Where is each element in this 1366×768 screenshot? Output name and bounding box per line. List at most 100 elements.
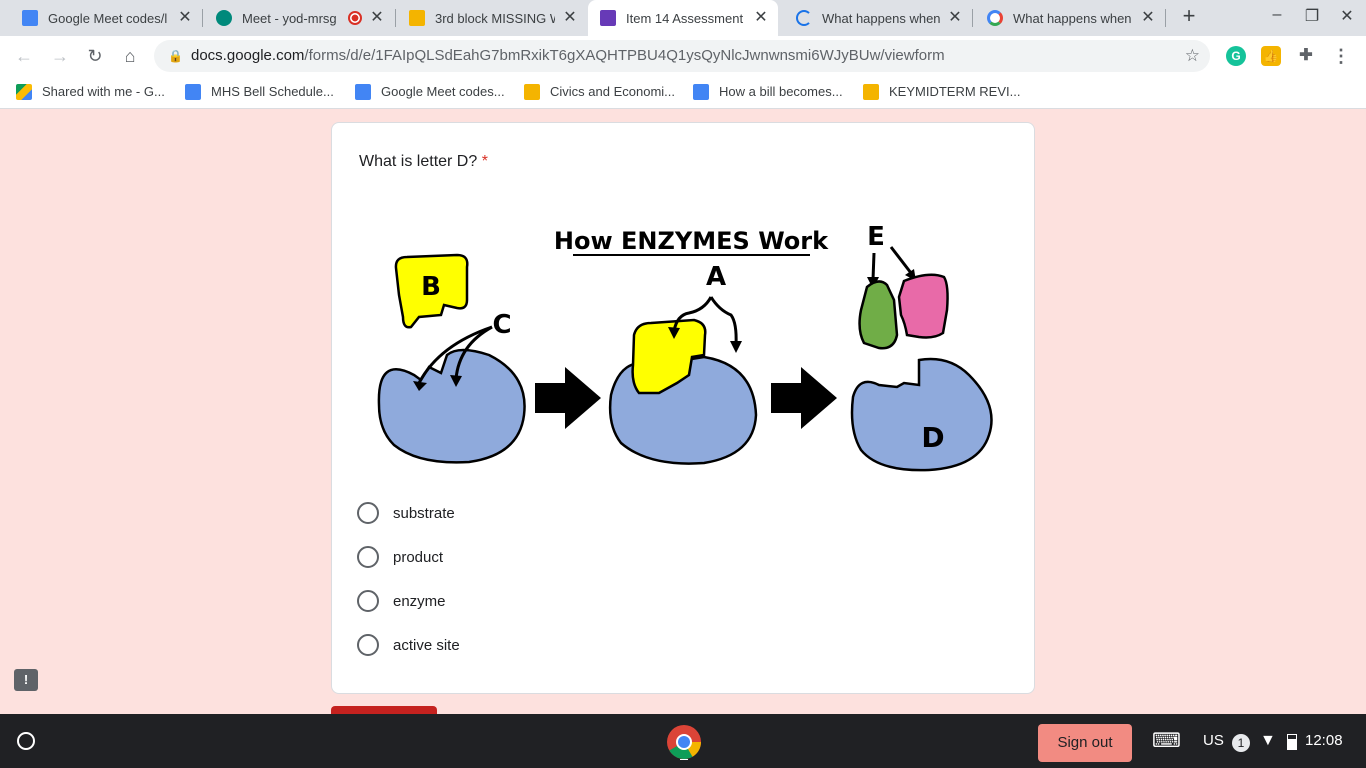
- thumbs-up-extension-icon[interactable]: 👍: [1261, 46, 1281, 66]
- battery-icon[interactable]: [1287, 734, 1297, 750]
- question-title: What is letter D? *: [359, 153, 488, 171]
- wifi-icon[interactable]: ▼: [1260, 732, 1276, 750]
- option-label: enzyme: [393, 592, 446, 610]
- label-d: D: [921, 421, 944, 454]
- close-tab-icon[interactable]: ✕: [176, 9, 194, 27]
- feedback-icon[interactable]: !: [14, 669, 38, 691]
- label-b: B: [421, 272, 441, 302]
- radio-button[interactable]: [357, 546, 379, 568]
- forward-icon[interactable]: →: [48, 44, 72, 68]
- tab-title: Meet - yod-mrsg: [242, 10, 336, 26]
- close-tab-icon[interactable]: ✕: [561, 9, 579, 27]
- forms-favicon-icon: [600, 10, 616, 26]
- notification-count-badge[interactable]: 1: [1232, 734, 1250, 752]
- chrome-icon[interactable]: [666, 724, 702, 760]
- close-tab-icon[interactable]: ✕: [946, 9, 964, 27]
- bookmark-label: KEYMIDTERM REVI...: [889, 84, 1021, 99]
- label-e: E: [867, 222, 885, 252]
- bookmark-label: Shared with me - G...: [42, 84, 165, 99]
- question-card: What is letter D? * How ENZYMES Work B C…: [331, 122, 1035, 694]
- option-label: active site: [393, 636, 460, 654]
- bookmark-meet-codes[interactable]: Google Meet codes...: [355, 83, 505, 101]
- home-icon[interactable]: ⌂: [118, 44, 142, 68]
- bookmarks-bar: Shared with me - G... MHS Bell Schedule.…: [0, 76, 1366, 109]
- option-active-site[interactable]: active site: [357, 633, 460, 657]
- address-bar[interactable]: 🔒 docs.google.com/forms/d/e/1FAIpQLSdEah…: [154, 40, 1210, 72]
- docs-icon: [693, 84, 709, 100]
- tab-title: Google Meet codes/l: [48, 10, 168, 26]
- label-c: C: [492, 310, 511, 340]
- option-enzyme[interactable]: enzyme: [357, 589, 446, 613]
- radio-button[interactable]: [357, 502, 379, 524]
- required-asterisk: *: [481, 153, 488, 170]
- bookmark-label: Civics and Economi...: [550, 84, 675, 99]
- back-icon[interactable]: ←: [12, 44, 36, 68]
- loading-spinner-icon: [796, 10, 812, 26]
- radio-button[interactable]: [357, 590, 379, 612]
- enzyme-1-shape: [377, 348, 526, 464]
- new-tab-icon[interactable]: +: [1177, 3, 1201, 29]
- docs-icon: [355, 84, 371, 100]
- tab-item-14-assessment[interactable]: Item 14 Assessment ✕: [588, 0, 778, 36]
- tab-meet[interactable]: Meet - yod-mrsg ✕: [216, 0, 386, 36]
- url-host: docs.google.com: [191, 47, 305, 64]
- restore-icon[interactable]: ❐: [1300, 6, 1324, 26]
- minimize-icon[interactable]: –: [1265, 6, 1289, 24]
- close-window-icon[interactable]: ✕: [1335, 6, 1359, 26]
- input-method-label[interactable]: US: [1203, 732, 1224, 749]
- bookmark-label: MHS Bell Schedule...: [211, 84, 334, 99]
- grammarly-extension-icon[interactable]: G: [1226, 46, 1246, 66]
- google-favicon-icon: [987, 10, 1003, 26]
- tab-what-happens-google[interactable]: What happens when ✕: [987, 0, 1157, 36]
- drive-icon: [16, 84, 32, 100]
- tab-separator: [202, 9, 203, 27]
- slides-favicon-icon: [409, 10, 425, 26]
- product-green-shape: [858, 280, 899, 350]
- bookmark-civics[interactable]: Civics and Economi...: [524, 83, 675, 101]
- browser-toolbar: ← → ↻ ⌂ 🔒 docs.google.com/forms/d/e/1FAI…: [0, 36, 1366, 76]
- tab-google-meet-codes[interactable]: Google Meet codes/l ✕: [22, 0, 194, 36]
- bookmark-label: Google Meet codes...: [381, 84, 505, 99]
- bookmark-star-icon[interactable]: ☆: [1185, 40, 1200, 72]
- reaction-arrow-2: [771, 367, 837, 429]
- tab-separator: [395, 9, 396, 27]
- bookmark-shared-with-me[interactable]: Shared with me - G...: [16, 83, 165, 101]
- option-label: product: [393, 548, 444, 566]
- bookmark-keymidterm[interactable]: KEYMIDTERM REVI...: [863, 83, 1020, 101]
- bookmark-label: How a bill becomes...: [719, 84, 843, 99]
- recording-icon: [348, 11, 362, 25]
- close-tab-icon[interactable]: ✕: [368, 9, 386, 27]
- os-shelf: Sign out ⌨ US 1 ▼ 12:08: [0, 714, 1366, 768]
- chrome-menu-icon[interactable]: ⋮: [1331, 46, 1351, 66]
- tab-title: 3rd block MISSING W: [435, 10, 555, 26]
- tab-title: Item 14 Assessment: [626, 10, 744, 26]
- close-tab-icon[interactable]: ✕: [752, 9, 770, 27]
- tab-missing-work[interactable]: 3rd block MISSING W ✕: [409, 0, 579, 36]
- tab-what-happens-loading[interactable]: What happens when ✕: [796, 0, 964, 36]
- docs-favicon-icon: [22, 10, 38, 26]
- extensions-puzzle-icon[interactable]: ✚: [1296, 46, 1316, 66]
- arrow-a-right: [709, 296, 738, 346]
- clock-time[interactable]: 12:08: [1305, 732, 1343, 749]
- docs-icon: [185, 84, 201, 100]
- sign-out-button[interactable]: Sign out: [1038, 724, 1132, 762]
- submit-button[interactable]: [331, 706, 437, 714]
- reload-icon[interactable]: ↻: [83, 44, 107, 68]
- arrow-e-to-green: [871, 252, 876, 281]
- option-product[interactable]: product: [357, 545, 443, 569]
- label-a: A: [706, 262, 726, 292]
- option-substrate[interactable]: substrate: [357, 501, 455, 525]
- radio-button[interactable]: [357, 634, 379, 656]
- arrow-e-to-pink: [889, 246, 913, 274]
- keyboard-icon[interactable]: ⌨: [1152, 728, 1181, 753]
- form-page: What is letter D? * How ENZYMES Work B C…: [0, 110, 1366, 714]
- tab-title: What happens when: [1013, 10, 1132, 26]
- enzyme-diagram: How ENZYMES Work B C A E D: [377, 222, 993, 472]
- meet-favicon-icon: [216, 10, 232, 26]
- launcher-icon[interactable]: [17, 732, 35, 750]
- url-path: /forms/d/e/1FAIpQLSdEahG7bmRxikT6gXAQHTP…: [304, 47, 945, 64]
- question-text: What is letter D?: [359, 153, 478, 170]
- close-tab-icon[interactable]: ✕: [1139, 9, 1157, 27]
- bookmark-bell-schedule[interactable]: MHS Bell Schedule...: [185, 83, 334, 101]
- bookmark-how-a-bill[interactable]: How a bill becomes...: [693, 83, 843, 101]
